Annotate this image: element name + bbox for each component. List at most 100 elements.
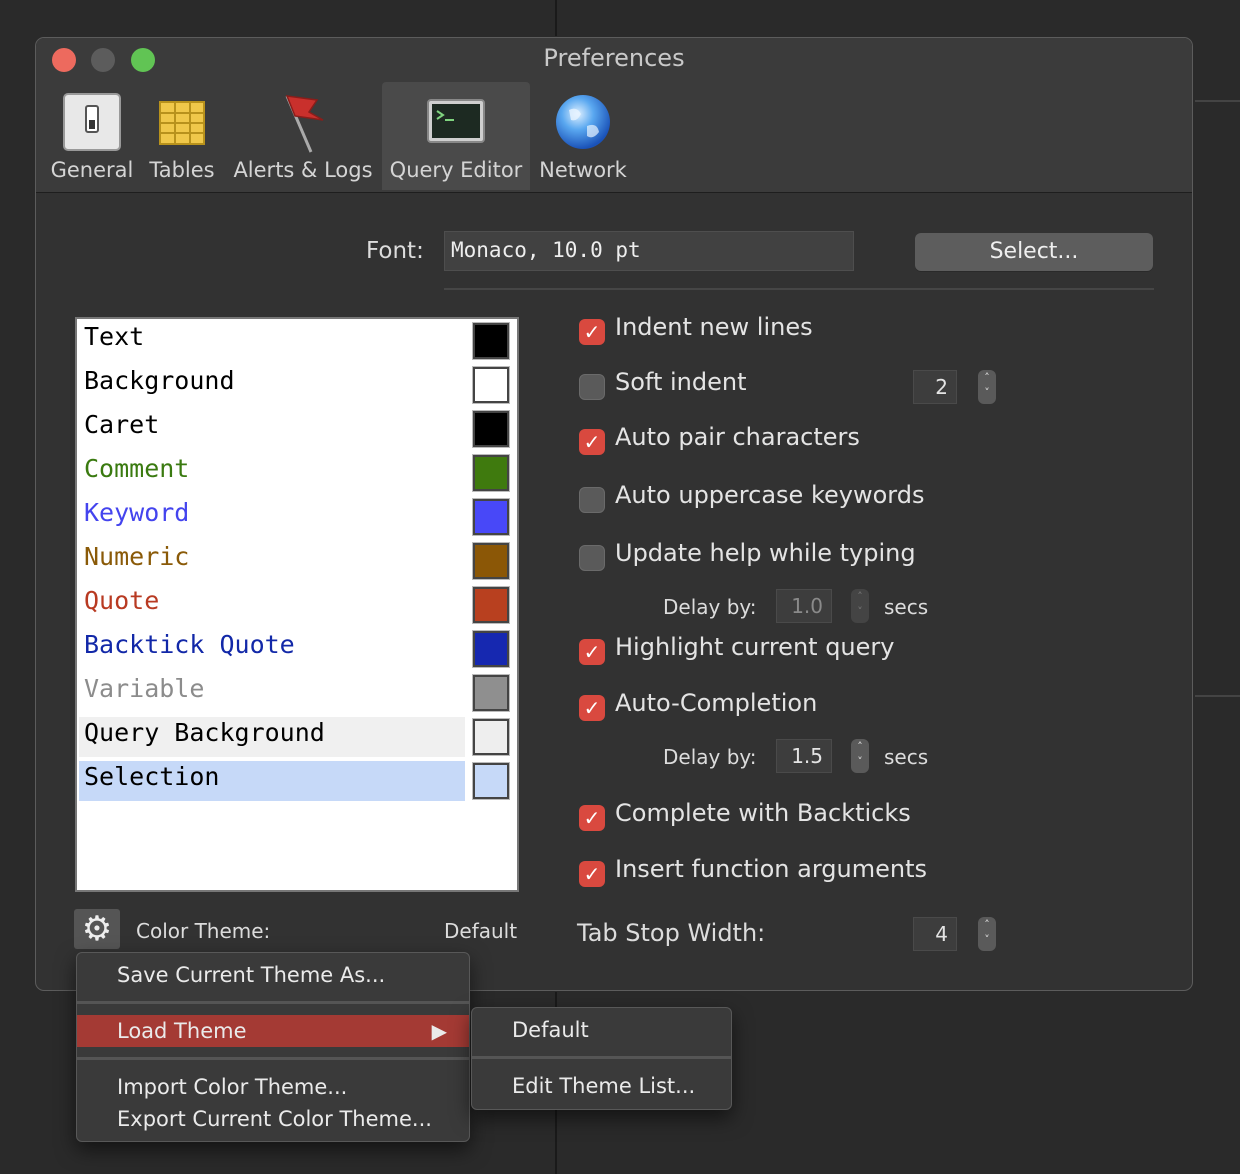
tab-stop-width-stepper[interactable]: ˄ ˅: [978, 917, 996, 951]
font-field: Monaco, 10.0 pt: [444, 231, 854, 271]
color-row-query-background[interactable]: Query Background: [79, 717, 510, 757]
background-divider: [1195, 695, 1240, 697]
menu-item-import-theme[interactable]: Import Color Theme...: [77, 1071, 469, 1103]
color-swatch[interactable]: [472, 718, 510, 756]
color-row-variable[interactable]: Variable: [79, 673, 510, 713]
tab-label: General: [50, 158, 134, 182]
checkbox-box[interactable]: ✓: [579, 695, 605, 721]
soft-indent-stepper[interactable]: ˄ ˅: [978, 370, 996, 404]
submenu-item-default[interactable]: Default: [472, 1014, 731, 1046]
color-swatch[interactable]: [472, 322, 510, 360]
checkbox-label: Highlight current query: [615, 633, 895, 661]
checkbox-label: Indent new lines: [615, 313, 813, 341]
color-row-text[interactable]: Text: [79, 321, 510, 361]
auto-completion-delay-label: Delay by:: [663, 745, 757, 769]
tab-general[interactable]: General: [46, 82, 138, 190]
flag-icon: [285, 95, 324, 153]
tab-tables[interactable]: Tables: [142, 82, 222, 190]
checkbox-box[interactable]: [579, 374, 605, 400]
submenu-item-edit-theme-list[interactable]: Edit Theme List...: [472, 1070, 731, 1102]
color-name: Backtick Quote: [84, 630, 295, 659]
color-theme-label: Color Theme:: [136, 919, 271, 943]
tab-label: Query Editor: [389, 158, 523, 182]
menu-separator: [77, 1057, 469, 1060]
checkbox-box[interactable]: ✓: [579, 805, 605, 831]
font-label: Font:: [366, 238, 424, 264]
checkbox-box[interactable]: [579, 487, 605, 513]
color-row-keyword[interactable]: Keyword: [79, 497, 510, 537]
color-name: Text: [84, 322, 145, 351]
checkbox-label: Soft indent: [615, 368, 747, 396]
tab-stop-width-label: Tab Stop Width:: [577, 919, 766, 947]
color-row-quote[interactable]: Quote: [79, 585, 510, 625]
theme-actions-gear-button[interactable]: ⚙: [74, 909, 120, 949]
tab-network[interactable]: Network: [534, 82, 632, 190]
checkbox-box[interactable]: ✓: [579, 639, 605, 665]
submenu-arrow-icon: ▶: [431, 1019, 447, 1043]
table-grid-icon: [159, 101, 205, 145]
checkbox-box[interactable]: ✓: [579, 861, 605, 887]
tab-label: Alerts & Logs: [233, 158, 373, 182]
color-row-selection[interactable]: Selection: [79, 761, 510, 801]
update-help-delay-unit: secs: [884, 595, 929, 619]
color-swatch[interactable]: [472, 674, 510, 712]
color-name: Query Background: [84, 718, 325, 747]
color-theme-value: Default: [444, 919, 518, 943]
switch-icon: [63, 93, 121, 151]
checkbox-box[interactable]: [579, 545, 605, 571]
menu-item-export-theme[interactable]: Export Current Color Theme...: [77, 1103, 469, 1135]
checkbox-box[interactable]: ✓: [579, 319, 605, 345]
color-swatch[interactable]: [472, 586, 510, 624]
update-help-delay-label: Delay by:: [663, 595, 757, 619]
preferences-window: Preferences General Tables Alerts & Logs…: [35, 37, 1193, 991]
gear-icon: ⚙: [81, 909, 113, 949]
color-row-backtick-quote[interactable]: Backtick Quote: [79, 629, 510, 669]
background-divider: [1195, 100, 1240, 102]
checkbox-label: Complete with Backticks: [615, 799, 911, 827]
color-swatch[interactable]: [472, 498, 510, 536]
tab-label: Network: [539, 158, 627, 182]
color-swatch[interactable]: [472, 762, 510, 800]
soft-indent-field[interactable]: 2: [913, 370, 957, 404]
checkbox-label: Auto pair characters: [615, 423, 860, 451]
menu-item-load-theme[interactable]: Load Theme ▶: [77, 1015, 469, 1047]
checkbox-box[interactable]: ✓: [579, 429, 605, 455]
update-help-delay-stepper[interactable]: ˄ ˅: [851, 589, 869, 623]
menu-item-save-theme[interactable]: Save Current Theme As...: [77, 959, 469, 991]
color-swatch[interactable]: [472, 366, 510, 404]
color-name: Keyword: [84, 498, 190, 527]
auto-completion-delay-field[interactable]: 1.5: [776, 739, 832, 773]
color-row-background[interactable]: Background: [79, 365, 510, 405]
menu-separator: [472, 1056, 731, 1059]
checkbox-label: Insert function arguments: [615, 855, 927, 883]
terminal-icon: [427, 99, 485, 143]
color-name: Comment: [84, 454, 190, 483]
theme-context-menu: Save Current Theme As... Load Theme ▶ Im…: [76, 952, 470, 1142]
color-name: Quote: [84, 586, 160, 615]
color-name: Caret: [84, 410, 160, 439]
divider: [444, 288, 1154, 290]
color-row-comment[interactable]: Comment: [79, 453, 510, 493]
color-row-caret[interactable]: Caret: [79, 409, 510, 449]
color-name: Numeric: [84, 542, 190, 571]
checkbox-label: Auto uppercase keywords: [615, 481, 925, 509]
color-list[interactable]: Text Background Caret Comment Keyword Nu…: [75, 317, 519, 892]
menu-item-label: Load Theme: [117, 1019, 247, 1043]
color-row-numeric[interactable]: Numeric: [79, 541, 510, 581]
globe-icon: [556, 95, 610, 149]
tab-stop-width-field[interactable]: 4: [913, 917, 957, 951]
update-help-delay-field[interactable]: 1.0: [776, 589, 832, 623]
window-toolbar: Preferences General Tables Alerts & Logs…: [36, 38, 1192, 193]
checkbox-label: Auto-Completion: [615, 689, 818, 717]
color-swatch[interactable]: [472, 630, 510, 668]
select-font-button[interactable]: Select...: [915, 233, 1153, 271]
color-swatch[interactable]: [472, 454, 510, 492]
auto-completion-delay-stepper[interactable]: ˄ ˅: [851, 739, 869, 773]
color-swatch[interactable]: [472, 542, 510, 580]
color-name: Variable: [84, 674, 205, 703]
tab-alerts-logs[interactable]: Alerts & Logs: [228, 82, 378, 190]
load-theme-submenu: Default Edit Theme List...: [471, 1007, 732, 1110]
menu-separator: [77, 1001, 469, 1004]
tab-query-editor[interactable]: Query Editor: [382, 82, 530, 190]
color-swatch[interactable]: [472, 410, 510, 448]
